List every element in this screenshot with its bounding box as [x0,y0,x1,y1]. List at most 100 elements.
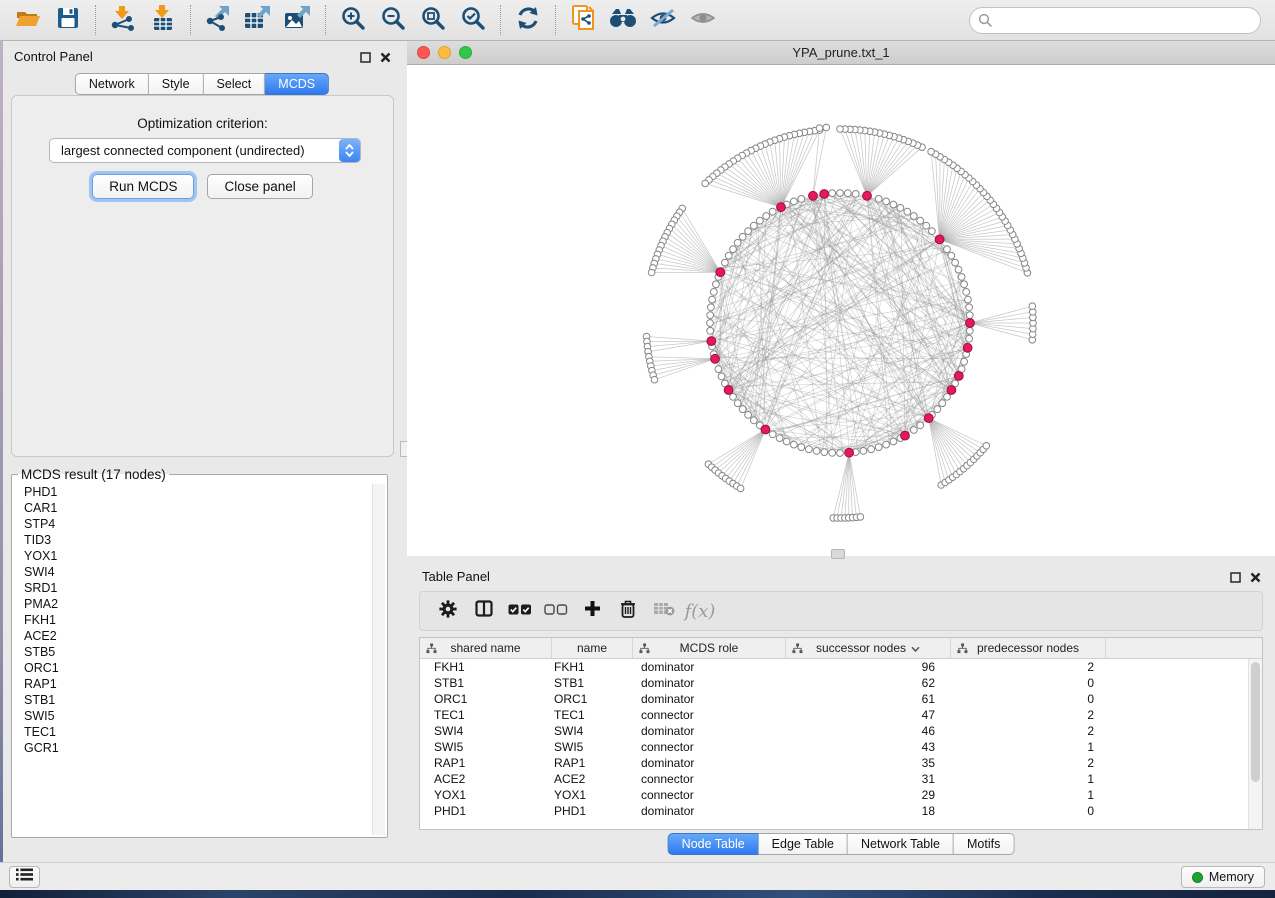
mcds-result-item[interactable]: STB5 [14,644,371,660]
save-session-button[interactable] [50,3,86,37]
refresh-button[interactable] [510,3,546,37]
toggle-columns-button[interactable] [466,595,502,627]
close-panel-icon[interactable] [380,50,391,68]
mcds-result-title: MCDS result (17 nodes) [18,467,169,482]
mcds-result-item[interactable]: TEC1 [14,724,371,740]
table-row[interactable]: SWI5 SWI5 connector 43 1 [420,739,1248,755]
mcds-result-item[interactable]: SWI5 [14,708,371,724]
memory-button[interactable]: Memory [1181,866,1265,888]
select-all-columns-button[interactable] [502,595,538,627]
delete-column-button[interactable] [610,595,646,627]
search-network-button[interactable] [605,3,641,37]
run-mcds-button[interactable]: Run MCDS [92,174,194,199]
tab-edge-table[interactable]: Edge Table [759,833,848,855]
mcds-result-item[interactable]: STB1 [14,692,371,708]
zoom-fit-icon [420,5,446,36]
cell-shared-name: ORC1 [420,692,552,706]
deselect-all-columns-button[interactable] [538,595,574,627]
mcds-result-item[interactable]: CAR1 [14,500,371,516]
table-row[interactable]: YOX1 YOX1 connector 29 1 [420,787,1248,803]
table-scrollbar-thumb[interactable] [1251,662,1260,782]
mcds-result-item[interactable]: RAP1 [14,676,371,692]
control-panel: Control Panel Network Style Select MCDS … [3,41,401,862]
zoom-out-button[interactable] [375,3,411,37]
column-header-shared-name[interactable]: shared name [420,638,552,658]
table-row[interactable]: STB1 STB1 dominator 62 0 [420,675,1248,691]
trash-icon [620,600,636,623]
export-table-icon [243,5,273,36]
mcds-result-item[interactable]: SWI4 [14,564,371,580]
table-row[interactable]: ACE2 ACE2 connector 31 1 [420,771,1248,787]
tab-style[interactable]: Style [149,73,204,95]
import-network-button[interactable] [105,3,141,37]
toolbar-separator [325,5,326,35]
column-header-mcds-role[interactable]: MCDS role [633,638,786,658]
mcds-list-scrollbar[interactable] [372,484,385,835]
zoom-selected-button[interactable] [455,3,491,37]
search-input[interactable] [969,7,1261,34]
mcds-result-item[interactable]: SRD1 [14,580,371,596]
hide-selected-button[interactable] [645,3,681,37]
dropdown-stepper-icon [339,139,360,162]
zoom-in-button[interactable] [335,3,371,37]
close-panel-button[interactable]: Close panel [207,174,312,199]
copy-network-button[interactable] [565,3,601,37]
mcds-result-item[interactable]: FKH1 [14,612,371,628]
mcds-result-item[interactable]: PHD1 [14,484,371,500]
main-toolbar [0,0,1275,41]
zoom-selected-icon [460,5,486,36]
network-window-titlebar[interactable]: YPA_prune.txt_1 [407,41,1275,65]
tab-select[interactable]: Select [204,73,266,95]
table-row[interactable]: TEC1 TEC1 connector 47 2 [420,707,1248,723]
table-row[interactable]: PHD1 PHD1 dominator 18 0 [420,803,1248,819]
tab-mcds[interactable]: MCDS [265,73,329,95]
float-panel-icon[interactable] [1230,570,1241,588]
column-header-successor-nodes[interactable]: successor nodes [786,638,951,658]
table-row[interactable]: RAP1 RAP1 dominator 35 2 [420,755,1248,771]
mcds-result-item[interactable]: GCR1 [14,740,371,756]
import-table-button[interactable] [145,3,181,37]
mcds-result-item[interactable]: PMA2 [14,596,371,612]
network-graph[interactable] [407,65,1275,556]
zoom-fit-button[interactable] [415,3,451,37]
tab-node-table[interactable]: Node Table [668,833,759,855]
network-column-icon [426,643,437,657]
mcds-result-item[interactable]: ACE2 [14,628,371,644]
show-all-button[interactable] [685,3,721,37]
table-row[interactable]: SWI4 SWI4 dominator 46 2 [420,723,1248,739]
cell-successor-nodes: 47 [786,708,951,722]
export-table-button[interactable] [240,3,276,37]
mcds-result-item[interactable]: STP4 [14,516,371,532]
mcds-options-box: Optimization criterion: largest connecte… [11,95,394,457]
optimization-criterion-dropdown[interactable]: largest connected component (undirected) [49,138,361,163]
mcds-result-item[interactable]: TID3 [14,532,371,548]
settings-button[interactable] [430,595,466,627]
open-file-button[interactable] [10,3,46,37]
tab-network[interactable]: Network [75,73,149,95]
mcds-result-item[interactable]: YOX1 [14,548,371,564]
dropdown-selected-value: largest connected component (undirected) [50,143,339,158]
column-header-predecessor-nodes[interactable]: predecessor nodes [951,638,1106,658]
column-header-name[interactable]: name [552,638,633,658]
cell-name: PHD1 [552,804,633,818]
panel-splitter-horizontal-handle[interactable] [831,549,845,559]
export-image-button[interactable] [280,3,316,37]
toolbar-separator [500,5,501,35]
tab-motifs[interactable]: Motifs [954,833,1014,855]
table-scrollbar[interactable] [1248,659,1262,829]
eye-slash-icon [649,6,677,35]
export-network-button[interactable] [200,3,236,37]
float-panel-icon[interactable] [360,50,371,68]
mcds-result-item[interactable]: ORC1 [14,660,371,676]
table-row[interactable]: ORC1 ORC1 dominator 61 0 [420,691,1248,707]
table-row[interactable]: FKH1 FKH1 dominator 96 2 [420,659,1248,675]
show-console-button[interactable] [9,866,40,888]
network-canvas[interactable] [407,65,1275,556]
delete-table-button[interactable] [646,595,682,627]
cell-mcds-role: connector [633,772,786,786]
function-builder-button[interactable]: f(x) [682,595,718,627]
export-image-icon [283,5,313,36]
tab-network-table[interactable]: Network Table [848,833,954,855]
add-column-button[interactable] [574,595,610,627]
close-panel-icon[interactable] [1250,570,1261,588]
